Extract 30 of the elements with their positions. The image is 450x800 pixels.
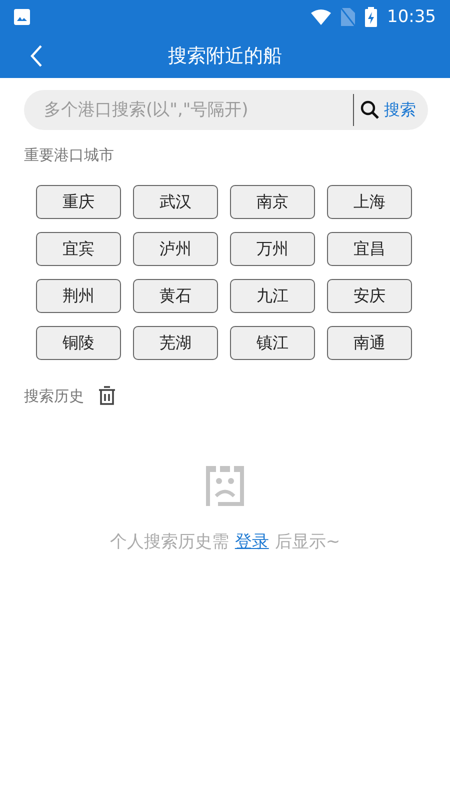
no-sim-icon	[341, 8, 355, 26]
status-time: 10:35	[387, 7, 436, 27]
city-button[interactable]: 黄石	[133, 279, 218, 313]
city-button[interactable]: 南京	[230, 185, 315, 219]
page-title: 搜索附近的船	[168, 44, 282, 69]
login-link[interactable]: 登录	[234, 532, 269, 552]
city-button[interactable]: 镇江	[230, 326, 315, 360]
search-button[interactable]: 搜索	[360, 100, 416, 120]
city-button[interactable]: 武汉	[133, 185, 218, 219]
city-button[interactable]: 重庆	[36, 185, 121, 219]
city-button[interactable]: 九江	[230, 279, 315, 313]
city-button[interactable]: 宜宾	[36, 232, 121, 266]
search-icon	[360, 100, 380, 120]
city-button[interactable]: 铜陵	[36, 326, 121, 360]
city-button[interactable]: 南通	[327, 326, 412, 360]
section-title: 搜索历史	[24, 386, 84, 406]
city-button[interactable]: 安庆	[327, 279, 412, 313]
city-button[interactable]: 宜昌	[327, 232, 412, 266]
empty-history-message: 个人搜索历史需 登录 后显示~	[110, 531, 340, 553]
search-field[interactable]: 多个港口搜索(以","号隔开) 搜索	[24, 90, 428, 130]
city-button[interactable]: 荆州	[36, 279, 121, 313]
image-icon	[14, 9, 30, 25]
section-title: 重要港口城市	[24, 146, 114, 165]
city-button[interactable]: 泸州	[133, 232, 218, 266]
city-button[interactable]: 万州	[230, 232, 315, 266]
city-button[interactable]: 芜湖	[133, 326, 218, 360]
city-button[interactable]: 上海	[327, 185, 412, 219]
delete-icon[interactable]	[98, 386, 116, 406]
battery-charging-icon	[365, 7, 377, 27]
wifi-icon	[311, 9, 331, 25]
